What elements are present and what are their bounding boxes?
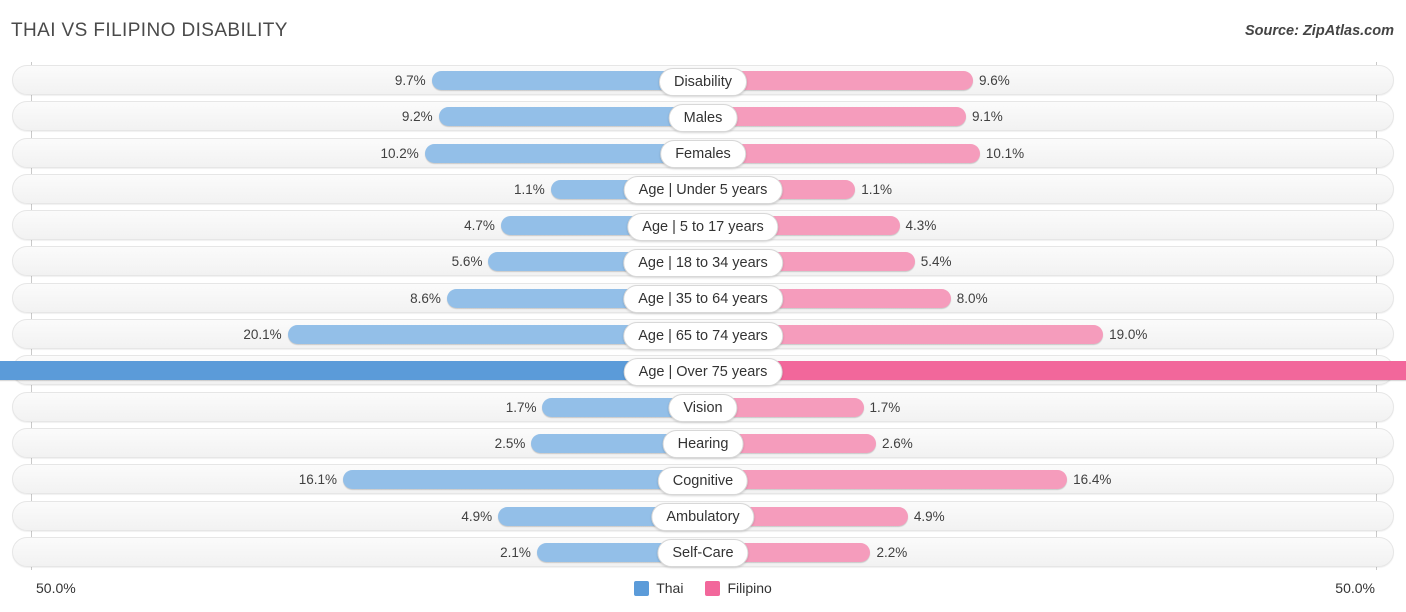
value-label-thai: 1.1% — [513, 181, 545, 197]
legend-label: Filipino — [727, 580, 772, 596]
value-label-filipino: 2.2% — [876, 544, 908, 560]
category-label: Cognitive — [657, 466, 749, 495]
chart-row: 2.5% 2.6% Hearing — [0, 425, 1406, 461]
legend-label: Thai — [656, 580, 684, 596]
category-label: Males — [668, 103, 738, 132]
value-label-filipino: 10.1% — [985, 145, 1025, 161]
chart-row: 20.1% 19.0% Age | 65 to 74 years — [0, 316, 1406, 352]
value-label-thai: 16.1% — [298, 472, 338, 488]
value-label-filipino: 9.1% — [972, 109, 1003, 125]
value-label-filipino: 9.6% — [978, 73, 1010, 88]
chart-rows: 9.7% 9.6% Disability 9.2% 9.1% Males 10.2% 10.1… — [0, 62, 1406, 570]
category-label: Ambulatory — [651, 503, 755, 532]
value-label-filipino: 1.1% — [861, 181, 893, 197]
chart-footer: 50.0% 50.0% Thai Filipino — [0, 572, 1406, 612]
chart-row: 45.4%45.4%Age | Over 75 years — [0, 352, 1406, 388]
diverging-bar-chart: 9.7% 9.6% Disability 9.2% 9.1% Males 10.2% 10.1… — [0, 62, 1406, 570]
bar-filipino — [703, 361, 1406, 381]
chart-row: 4.7% 4.3% Age | 5 to 17 years — [0, 207, 1406, 243]
bar-filipino — [703, 107, 967, 127]
category-label: Age | Under 5 years — [623, 176, 783, 205]
chart-page: THAI VS FILIPINO DISABILITY Source: ZipA… — [0, 0, 1406, 612]
category-label: Age | 35 to 64 years — [623, 285, 783, 314]
bar-thai — [0, 361, 703, 381]
value-label-thai: 20.1% — [243, 327, 282, 343]
value-label-thai: 1.7% — [505, 399, 537, 415]
category-label: Age | 18 to 34 years — [623, 248, 783, 277]
chart-row: 1.1% 1.1% Age | Under 5 years — [0, 171, 1406, 207]
value-label-filipino: 8.0% — [956, 290, 988, 306]
bar-filipino — [703, 470, 1068, 490]
source-attribution: Source: ZipAtlas.com — [1244, 23, 1394, 39]
value-label-thai: 10.2% — [380, 145, 419, 161]
value-label-thai: 4.9% — [461, 508, 493, 524]
value-label-filipino: 1.7% — [869, 399, 901, 415]
bar-thai — [438, 107, 703, 127]
chart-row: 2.1% 2.2% Self-Care — [0, 534, 1406, 570]
bar-thai — [343, 470, 703, 490]
value-label-filipino: 19.0% — [1109, 327, 1148, 343]
legend-item-filipino[interactable]: Filipino — [705, 580, 772, 596]
chart-row: 1.7% 1.7% Vision — [0, 389, 1406, 425]
value-label-thai: 4.7% — [464, 218, 495, 234]
category-label: Disability — [658, 67, 748, 96]
chart-row: 5.6% 5.4% Age | 18 to 34 years — [0, 243, 1406, 279]
value-label-filipino: 16.4% — [1073, 472, 1112, 488]
value-label-filipino: 2.6% — [882, 435, 913, 451]
chart-row: 10.2% 10.1% Females — [0, 135, 1406, 171]
value-label-thai: 9.7% — [394, 73, 426, 88]
legend-item-thai[interactable]: Thai — [634, 580, 683, 596]
value-label-thai: 5.6% — [451, 254, 483, 270]
category-label: Hearing — [662, 430, 744, 459]
value-label-thai: 2.5% — [494, 435, 526, 451]
category-label: Age | 5 to 17 years — [627, 212, 779, 241]
category-label: Vision — [668, 394, 738, 423]
category-label: Age | Over 75 years — [623, 357, 783, 386]
chart-row: 9.2% 9.1% Males — [0, 98, 1406, 134]
value-label-filipino: 4.9% — [913, 508, 945, 524]
chart-row: 9.7% 9.6% Disability — [0, 62, 1406, 98]
chart-row: 16.1% 16.4% Cognitive — [0, 461, 1406, 497]
category-label: Self-Care — [657, 539, 749, 568]
value-label-filipino: 4.3% — [905, 218, 937, 234]
value-label-filipino: 5.4% — [920, 254, 952, 270]
chart-legend: Thai Filipino — [0, 580, 1406, 596]
value-label-thai: 2.1% — [500, 544, 531, 560]
value-label-thai: 9.2% — [401, 109, 433, 125]
category-label: Females — [660, 140, 746, 169]
chart-row: 8.6% 8.0% Age | 35 to 64 years — [0, 280, 1406, 316]
chart-row: 4.9% 4.9% Ambulatory — [0, 498, 1406, 534]
value-label-thai: 8.6% — [410, 290, 441, 306]
legend-swatch-icon — [705, 580, 721, 596]
page-title: THAI VS FILIPINO DISABILITY — [11, 20, 288, 41]
legend-swatch-icon — [634, 580, 650, 596]
category-label: Age | 65 to 74 years — [623, 321, 783, 350]
